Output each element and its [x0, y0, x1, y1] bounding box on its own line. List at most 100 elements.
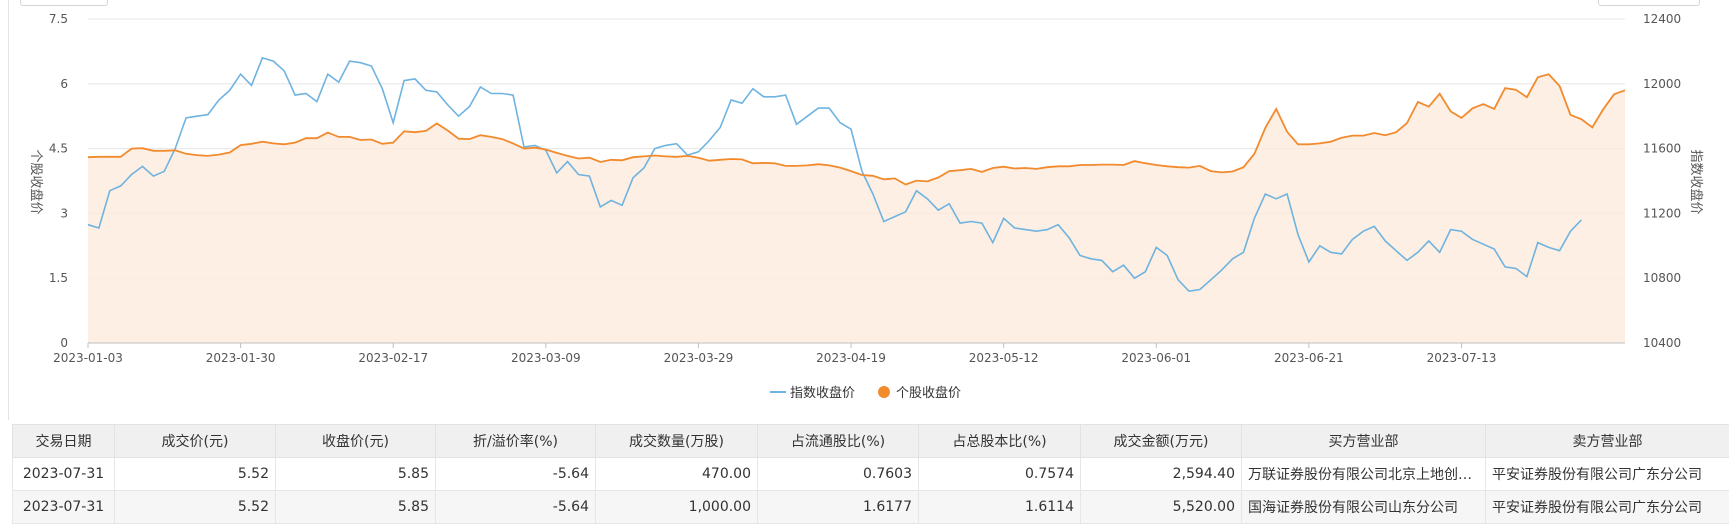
index-point[interactable] — [391, 121, 395, 125]
stock-point[interactable] — [1285, 130, 1289, 134]
index-point[interactable] — [511, 93, 515, 97]
stock-point[interactable] — [958, 168, 962, 172]
index-point[interactable] — [1470, 237, 1474, 241]
stock-point[interactable] — [882, 177, 886, 181]
stock-point[interactable] — [544, 148, 548, 152]
stock-point[interactable] — [1024, 166, 1028, 170]
stock-point[interactable] — [151, 149, 155, 153]
index-point[interactable] — [1100, 258, 1104, 262]
stock-point[interactable] — [446, 129, 450, 133]
stock-point[interactable] — [1394, 130, 1398, 134]
stock-point[interactable] — [555, 151, 559, 155]
index-point[interactable] — [1209, 278, 1213, 282]
index-point[interactable] — [446, 103, 450, 107]
index-point[interactable] — [1285, 192, 1289, 196]
index-point[interactable] — [1034, 229, 1038, 233]
index-point[interactable] — [1307, 260, 1311, 264]
stock-point[interactable] — [468, 137, 472, 141]
index-point[interactable] — [904, 210, 908, 214]
index-point[interactable] — [457, 114, 461, 118]
index-point[interactable] — [925, 197, 929, 201]
stock-point[interactable] — [1503, 86, 1507, 90]
index-point[interactable] — [1372, 224, 1376, 228]
index-point[interactable] — [1503, 265, 1507, 269]
index-point[interactable] — [1045, 228, 1049, 232]
index-point[interactable] — [1329, 250, 1333, 254]
col-buyer-branch[interactable]: 买方营业部 — [1241, 424, 1486, 458]
index-point[interactable] — [206, 113, 210, 117]
stock-point[interactable] — [740, 157, 744, 161]
stock-point[interactable] — [1579, 117, 1583, 121]
index-point[interactable] — [1013, 226, 1017, 230]
stock-point[interactable] — [435, 122, 439, 126]
stock-point[interactable] — [718, 158, 722, 162]
col-float-share-ratio[interactable]: 占流通股比(%) — [757, 424, 919, 458]
index-point[interactable] — [1111, 270, 1115, 274]
index-point[interactable] — [250, 83, 254, 87]
index-point[interactable] — [1547, 245, 1551, 249]
col-trade-date[interactable]: 交易日期 — [12, 424, 115, 458]
stock-point[interactable] — [337, 135, 341, 139]
index-point[interactable] — [1296, 233, 1300, 237]
stock-point[interactable] — [250, 142, 254, 146]
index-point[interactable] — [1438, 250, 1442, 254]
stock-point[interactable] — [1492, 107, 1496, 111]
index-point[interactable] — [620, 203, 624, 207]
stock-point[interactable] — [315, 136, 319, 140]
stock-point[interactable] — [838, 166, 842, 170]
index-point[interactable] — [304, 92, 308, 96]
stock-point[interactable] — [206, 154, 210, 158]
stock-point[interactable] — [97, 155, 101, 159]
stock-point[interactable] — [271, 141, 275, 145]
index-point[interactable] — [141, 164, 145, 168]
index-point[interactable] — [1361, 229, 1365, 233]
index-point[interactable] — [1416, 250, 1420, 254]
index-point[interactable] — [1056, 223, 1060, 227]
index-point[interactable] — [555, 171, 559, 175]
stock-point[interactable] — [1601, 107, 1605, 111]
stock-point[interactable] — [729, 157, 733, 161]
stock-point[interactable] — [195, 153, 199, 157]
stock-point[interactable] — [1307, 142, 1311, 146]
stock-point[interactable] — [184, 152, 188, 156]
stock-point[interactable] — [217, 153, 221, 157]
stock-point[interactable] — [1154, 163, 1158, 167]
index-point[interactable] — [642, 166, 646, 170]
index-point[interactable] — [980, 221, 984, 225]
index-point[interactable] — [1252, 216, 1256, 220]
index-point[interactable] — [337, 80, 341, 84]
stock-point[interactable] — [1252, 152, 1256, 156]
index-point[interactable] — [751, 87, 755, 91]
stock-point[interactable] — [391, 141, 395, 145]
index-point[interactable] — [1143, 270, 1147, 274]
index-point[interactable] — [958, 221, 962, 225]
index-point[interactable] — [119, 184, 123, 188]
stock-point[interactable] — [773, 161, 777, 165]
stock-point[interactable] — [915, 179, 919, 183]
stock-point[interactable] — [304, 136, 308, 140]
stock-point[interactable] — [816, 162, 820, 166]
stock-point[interactable] — [686, 154, 690, 158]
index-point[interactable] — [184, 116, 188, 120]
stock-point[interactable] — [1176, 165, 1180, 169]
stock-point[interactable] — [1558, 84, 1562, 88]
stock-point[interactable] — [925, 179, 929, 183]
col-close-price[interactable]: 收盘价(元) — [275, 424, 436, 458]
stock-point[interactable] — [751, 161, 755, 165]
index-point[interactable] — [1383, 239, 1387, 243]
stock-point[interactable] — [795, 164, 799, 168]
index-point[interactable] — [1242, 250, 1246, 254]
stock-point[interactable] — [904, 183, 908, 187]
stock-point[interactable] — [1263, 126, 1267, 130]
index-point[interactable] — [696, 150, 700, 154]
index-point[interactable] — [1351, 237, 1355, 241]
index-point[interactable] — [413, 77, 417, 81]
stock-point[interactable] — [784, 164, 788, 168]
index-point[interactable] — [1176, 278, 1180, 282]
stock-point[interactable] — [402, 129, 406, 133]
stock-point[interactable] — [1481, 102, 1485, 106]
stock-point[interactable] — [1274, 107, 1278, 111]
stock-point[interactable] — [282, 142, 286, 146]
index-point[interactable] — [228, 88, 232, 92]
stock-point[interactable] — [500, 137, 504, 141]
